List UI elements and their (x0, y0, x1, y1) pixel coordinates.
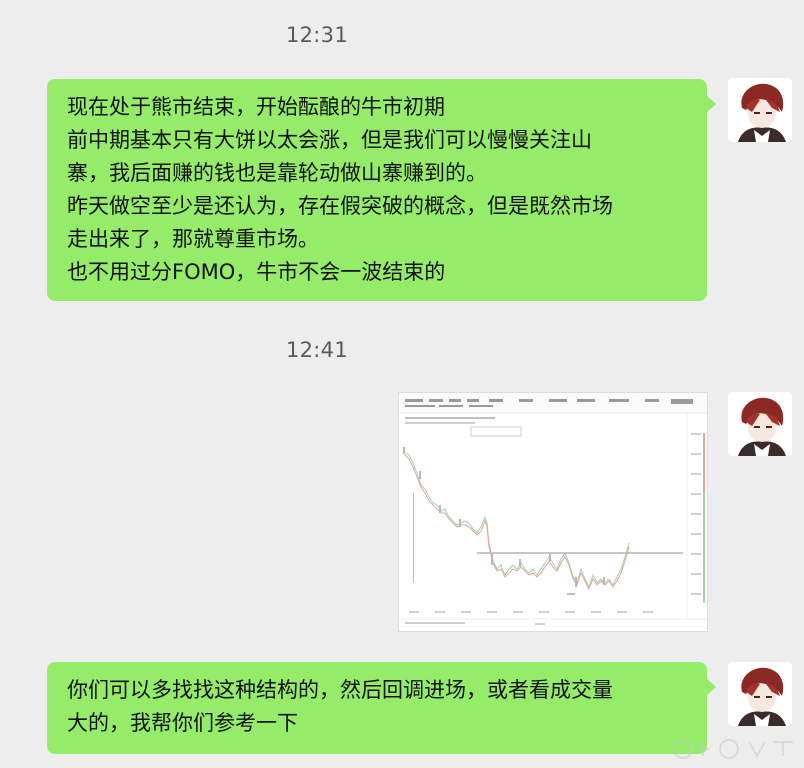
watermark-icon (673, 739, 793, 759)
message-text-line: 走出来了，那就尊重市场。 (67, 227, 319, 251)
chart-screenshot-image[interactable] (398, 392, 708, 632)
avatar-icon (728, 78, 792, 142)
message-text-line: 昨天做空至少是还认为，存在假突破的概念，但是既然市场 (67, 194, 613, 218)
avatar[interactable] (728, 392, 792, 456)
message-text-line: 现在处于熊市结束，开始酝酿的牛市初期 (67, 95, 445, 119)
message-text-line: 大的，我帮你们参考一下 (67, 711, 298, 735)
avatar-icon (728, 662, 792, 726)
message-text-line: 前中期基本只有大饼以太会涨，但是我们可以慢慢关注山 (67, 128, 592, 152)
avatar[interactable] (728, 662, 792, 726)
timestamp: 12:31 (285, 23, 349, 47)
message-text-line: 也不用过分FOMO，牛市不会一波结束的 (67, 260, 446, 284)
message-bubble[interactable]: 现在处于熊市结束，开始酝酿的牛市初期 前中期基本只有大饼以太会涨，但是我们可以慢… (47, 79, 716, 301)
chart-screenshot-drawing (399, 393, 707, 631)
avatar[interactable] (728, 78, 792, 142)
message-bubble[interactable]: 你们可以多找找这种结构的，然后回调进场，或者看成交量 大的，我帮你们参考一下 (47, 662, 716, 754)
timestamp: 12:41 (285, 338, 349, 362)
message-text-line: 寨，我后面赚的钱也是靠轮动做山寨赚到的。 (67, 161, 487, 185)
chat-window: 12:31 现在处于熊市结束，开始酝酿的牛市初期 前中期基本只有大饼以太会涨，但… (0, 0, 804, 768)
avatar-icon (728, 392, 792, 456)
message-text-line: 你们可以多找找这种结构的，然后回调进场，或者看成交量 (67, 678, 613, 702)
